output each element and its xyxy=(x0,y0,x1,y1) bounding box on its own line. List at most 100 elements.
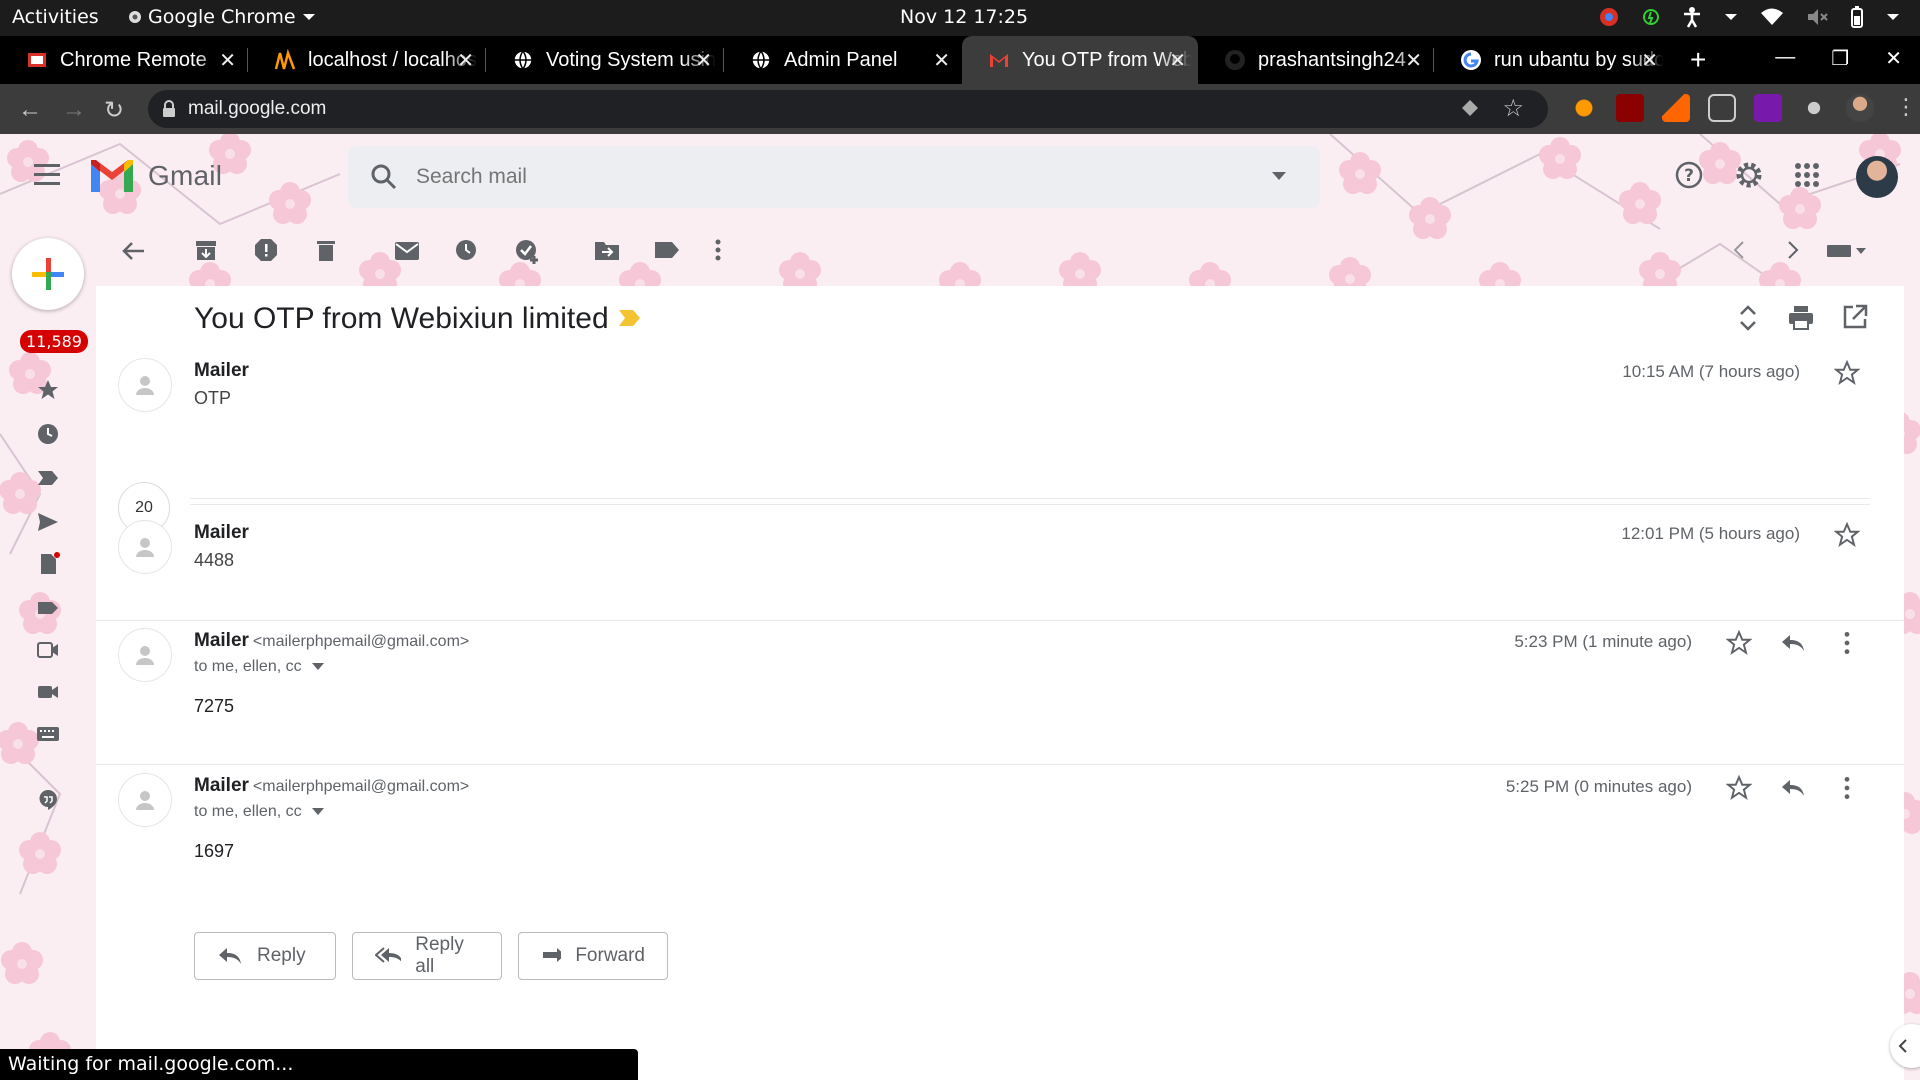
message-sender[interactable]: Mailer <mailerphpemail@gmail.com> xyxy=(194,630,469,652)
close-tab-icon[interactable]: ✕ xyxy=(1169,48,1186,73)
back-to-inbox-icon[interactable] xyxy=(120,238,146,264)
message-snippet[interactable]: 4488 xyxy=(194,550,234,571)
tab-google-search[interactable]: run ubantu by sudo ✕ xyxy=(1434,36,1670,84)
side-panel-toggle[interactable] xyxy=(1890,1024,1920,1068)
star-icon[interactable] xyxy=(1834,360,1860,386)
settings-gear-icon[interactable] xyxy=(1734,160,1764,190)
help-icon[interactable]: ? xyxy=(1674,160,1704,190)
close-tab-icon[interactable]: ✕ xyxy=(1405,48,1422,73)
newer-chevron-icon[interactable] xyxy=(1732,238,1746,262)
show-details-icon[interactable] xyxy=(311,808,324,816)
move-to-icon[interactable] xyxy=(594,238,620,262)
reply-all-button[interactable]: Reply all xyxy=(352,932,502,980)
show-details-icon[interactable] xyxy=(311,663,324,671)
forward-icon[interactable]: → xyxy=(62,96,86,124)
reload-icon[interactable]: ↻ xyxy=(104,96,124,125)
sender-avatar[interactable] xyxy=(118,773,172,827)
search-options-icon[interactable] xyxy=(1272,172,1286,182)
delete-trash-icon[interactable] xyxy=(314,238,338,262)
sender-avatar[interactable] xyxy=(118,358,172,412)
close-tab-icon[interactable]: ✕ xyxy=(695,48,712,73)
input-tools-keyboard-icon[interactable] xyxy=(1826,238,1868,262)
starred-icon[interactable] xyxy=(36,378,60,402)
lock-icon[interactable] xyxy=(162,100,176,118)
account-avatar[interactable] xyxy=(1856,156,1898,198)
message-sender[interactable]: Mailer xyxy=(194,360,249,382)
activities-button[interactable]: Activities xyxy=(12,6,99,28)
important-icon[interactable] xyxy=(36,466,60,490)
report-spam-icon[interactable] xyxy=(254,238,278,262)
labels-icon[interactable] xyxy=(654,238,680,262)
close-tab-icon[interactable]: ✕ xyxy=(933,48,950,73)
wifi-icon[interactable] xyxy=(1760,7,1784,27)
close-tab-icon[interactable]: ✕ xyxy=(1641,48,1658,73)
app-menu[interactable]: Google Chrome xyxy=(128,6,316,28)
battery-icon[interactable] xyxy=(1850,6,1864,28)
message-more-icon[interactable] xyxy=(1834,775,1860,801)
bookmark-star-icon[interactable]: ☆ xyxy=(1502,94,1524,123)
reply-button[interactable]: Reply xyxy=(194,932,336,980)
important-marker-icon[interactable] xyxy=(618,308,642,328)
back-icon[interactable]: ← xyxy=(18,96,42,124)
forward-button[interactable]: Forward xyxy=(518,932,668,980)
message-sender[interactable]: Mailer xyxy=(194,522,249,544)
message-more-icon[interactable] xyxy=(1834,630,1860,656)
archive-icon[interactable] xyxy=(194,238,218,262)
hangouts-icon[interactable] xyxy=(36,788,60,812)
browser-menu-icon[interactable]: ⋮ xyxy=(1892,94,1920,122)
new-tab-button[interactable]: + xyxy=(1690,44,1706,76)
star-icon[interactable] xyxy=(1834,522,1860,548)
apps-grid-icon[interactable] xyxy=(1794,162,1820,188)
search-box[interactable] xyxy=(348,146,1320,208)
close-window-icon[interactable]: ✕ xyxy=(1885,46,1902,71)
recipients-line[interactable]: to me, ellen, cc xyxy=(194,803,324,821)
tab-localhost[interactable]: localhost / localhost ✕ xyxy=(248,36,486,84)
accessibility-icon[interactable] xyxy=(1682,6,1702,28)
minimize-icon[interactable]: — xyxy=(1775,46,1795,71)
profile-avatar[interactable] xyxy=(1846,94,1874,122)
more-options-icon[interactable] xyxy=(714,238,722,262)
snooze-icon[interactable] xyxy=(454,238,478,262)
close-tab-icon[interactable]: ✕ xyxy=(219,48,236,73)
extension-red-icon[interactable] xyxy=(1616,94,1644,122)
meet-new-icon[interactable] xyxy=(36,638,60,662)
open-in-new-window-icon[interactable] xyxy=(1842,304,1868,330)
mark-unread-icon[interactable] xyxy=(394,238,420,262)
older-chevron-icon[interactable] xyxy=(1786,238,1800,262)
print-icon[interactable] xyxy=(1788,304,1814,330)
sender-avatar[interactable] xyxy=(118,628,172,682)
snoozed-clock-icon[interactable] xyxy=(36,422,60,446)
restore-icon[interactable]: ❐ xyxy=(1831,46,1849,71)
chrome-remote-tray-icon[interactable] xyxy=(1598,6,1620,28)
meet-camera-icon[interactable] xyxy=(36,680,60,704)
onenote-icon[interactable] xyxy=(1754,94,1782,122)
extension-pocket-icon[interactable] xyxy=(1708,94,1736,122)
search-icon[interactable] xyxy=(370,163,398,191)
gmail-logo[interactable]: Gmail xyxy=(88,158,222,194)
tab-admin-panel[interactable]: Admin Panel ✕ xyxy=(724,36,962,84)
label-icon[interactable] xyxy=(36,596,60,620)
star-icon[interactable] xyxy=(1726,775,1752,801)
system-tray[interactable] xyxy=(1598,6,1900,28)
add-to-tasks-icon[interactable] xyxy=(514,238,540,264)
system-clock[interactable]: Nov 12 17:25 xyxy=(900,6,1028,28)
inbox-unread-badge[interactable]: 11,589 xyxy=(20,330,88,353)
compose-button[interactable] xyxy=(12,238,84,310)
extension-orange-icon[interactable] xyxy=(1662,94,1690,122)
message-snippet[interactable]: OTP xyxy=(194,388,231,409)
volume-muted-icon[interactable] xyxy=(1806,7,1828,27)
close-tab-icon[interactable]: ✕ xyxy=(457,48,474,73)
power-status-icon[interactable] xyxy=(1642,8,1660,26)
tab-gmail-otp[interactable]: You OTP from Webixiun ✕ xyxy=(962,36,1198,84)
reply-icon[interactable] xyxy=(1780,775,1806,801)
tab-chrome-remote[interactable]: Chrome Remote ✕ xyxy=(0,36,248,84)
expand-all-icon[interactable] xyxy=(1736,304,1760,332)
recipients-line[interactable]: to me, ellen, cc xyxy=(194,658,324,676)
address-bar[interactable]: mail.google.com ☆ xyxy=(148,90,1548,128)
main-menu-icon[interactable] xyxy=(34,164,60,188)
extension-fox-icon[interactable] xyxy=(1570,94,1598,122)
extensions-puzzle-icon[interactable] xyxy=(1800,94,1828,122)
reply-icon[interactable] xyxy=(1780,630,1806,656)
tab-github[interactable]: prashantsingh24 ✕ xyxy=(1198,36,1434,84)
keyboard-icon[interactable] xyxy=(36,722,60,746)
